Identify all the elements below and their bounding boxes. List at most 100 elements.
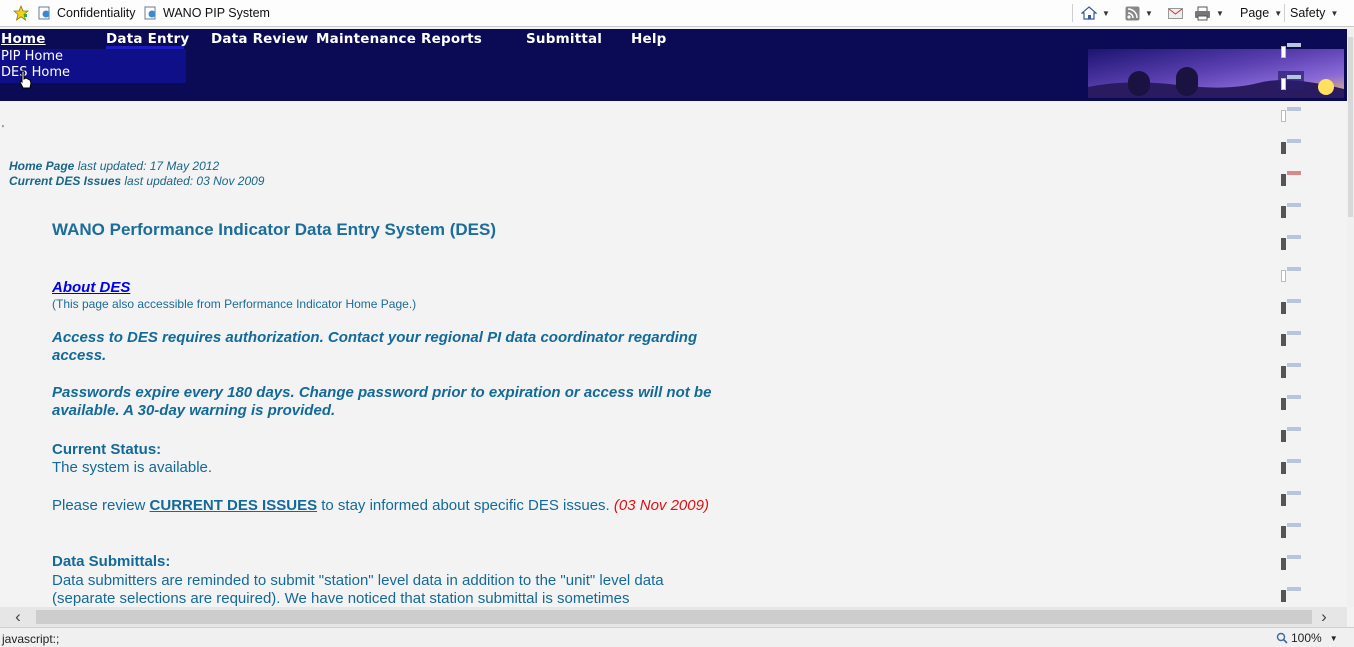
des-issues-updated: Current DES Issues last updated: 03 Nov …: [9, 174, 264, 188]
printer-icon: [1195, 6, 1210, 20]
thumbnail[interactable]: [1281, 238, 1286, 250]
access-notice: Access to DES requires authorization. Co…: [52, 329, 698, 364]
horizontal-scroll-thumb[interactable]: [36, 610, 1312, 624]
magnifier-icon: [1276, 632, 1288, 644]
thumbnail-label: [1287, 459, 1301, 463]
thumbnail-label: [1287, 75, 1301, 79]
vertical-scrollbar[interactable]: [1347, 29, 1354, 607]
thumbnail[interactable]: [1281, 590, 1286, 602]
menu-item-pip-home[interactable]: PIP Home: [0, 49, 186, 65]
thumbnail-label: [1287, 395, 1301, 399]
vertical-scroll-thumb[interactable]: [1348, 37, 1353, 217]
thumbnail[interactable]: [1281, 142, 1286, 154]
thumbnail-label: [1287, 491, 1301, 495]
thumbnail[interactable]: [1281, 526, 1286, 538]
thumbnail[interactable]: [1281, 270, 1286, 282]
thumbnail[interactable]: [1281, 78, 1286, 90]
nav-maintenance[interactable]: Maintenance: [316, 31, 416, 47]
about-note: (This page also accessible from Performa…: [52, 297, 417, 311]
review-prefix: Please review: [52, 497, 150, 514]
scroll-right-icon[interactable]: ›: [1314, 607, 1334, 627]
thumbnail[interactable]: [1281, 46, 1286, 58]
horizontal-scrollbar[interactable]: ‹ ›: [0, 607, 1347, 627]
page-icon: [144, 6, 156, 20]
rss-feed-icon: [1125, 6, 1140, 20]
chevron-down-icon[interactable]: ▼: [1216, 9, 1224, 18]
safety-menu-label: Safety: [1290, 6, 1326, 20]
thumbnail-label: [1287, 267, 1301, 271]
thumbnail[interactable]: [1281, 366, 1286, 378]
thumbnail-label: [1287, 331, 1301, 335]
about-des-link[interactable]: About DES: [52, 279, 130, 296]
chevron-down-icon: ▼: [1274, 8, 1283, 18]
thumbnail[interactable]: [1281, 302, 1286, 314]
home-page-updated: Home Page last updated: 17 May 2012: [9, 159, 219, 173]
site-banner: PIP Home DES Home Home Data Entry Data R…: [0, 29, 1347, 101]
thumbnail-label: [1287, 427, 1301, 431]
thumbnail[interactable]: [1281, 462, 1286, 474]
page-menu-label: Page: [1240, 6, 1270, 20]
browser-command-bar: Confidentiality WANO PIP System ▼ ▼ ▼ Pa…: [0, 0, 1354, 27]
thumbnail[interactable]: [1281, 398, 1286, 410]
chevron-down-icon[interactable]: ▼: [1145, 9, 1153, 18]
favorite-link-wano-pip[interactable]: WANO PIP System: [144, 4, 270, 22]
data-submittals-heading: Data Submittals:: [52, 553, 171, 570]
nav-help[interactable]: Help: [631, 31, 667, 47]
thumbnail[interactable]: [1281, 174, 1286, 186]
thumbnail-label: [1287, 523, 1301, 527]
thumbnail-label: [1287, 171, 1301, 175]
updated-label: Home Page: [9, 159, 75, 173]
review-date: (03 Nov 2009): [613, 497, 709, 514]
nav-data-review[interactable]: Data Review: [211, 31, 308, 47]
review-suffix: to stay informed about specific DES issu…: [317, 497, 614, 514]
nav-data-entry[interactable]: Data Entry: [106, 31, 189, 47]
browser-status-bar: javascript:; 100% ▼: [0, 627, 1354, 647]
toolbar-separator: [1072, 4, 1073, 22]
status-text: javascript:;: [2, 632, 60, 646]
thumbnail[interactable]: [1281, 110, 1286, 122]
favorite-label: Confidentiality: [57, 6, 136, 20]
page-content: ' Home Page last updated: 17 May 2012 Cu…: [0, 101, 1347, 607]
scroll-left-icon[interactable]: ‹: [8, 607, 28, 627]
chevron-down-icon: ▼: [1330, 8, 1339, 18]
current-des-issues-link[interactable]: CURRENT DES ISSUES: [150, 497, 318, 514]
current-status-heading: Current Status:: [52, 441, 162, 458]
chevron-down-icon[interactable]: ▼: [1102, 9, 1110, 18]
print-button[interactable]: ▼: [1194, 3, 1224, 23]
thumbnail-label: [1287, 139, 1301, 143]
thumbnail[interactable]: [1281, 494, 1286, 506]
mail-button[interactable]: [1168, 3, 1183, 23]
mail-icon: [1168, 7, 1183, 19]
home-button[interactable]: ▼: [1081, 3, 1110, 23]
hand-cursor-icon: [19, 70, 32, 89]
thumbnail-label: [1287, 299, 1301, 303]
banner-photo: [1088, 49, 1344, 98]
favorite-link-confidentiality[interactable]: Confidentiality: [38, 4, 136, 22]
nav-submittal[interactable]: Submittal: [526, 31, 602, 47]
thumbnail-label: [1287, 235, 1301, 239]
thumbnail[interactable]: [1281, 206, 1286, 218]
password-notice: Passwords expire every 180 days. Change …: [52, 384, 712, 419]
thumbnail[interactable]: [1281, 558, 1286, 570]
feeds-button[interactable]: ▼: [1125, 3, 1153, 23]
toolbar-separator: [1284, 4, 1285, 22]
thumbnail-label: [1287, 107, 1301, 111]
nav-reports[interactable]: Reports: [421, 31, 482, 47]
thumbnail-label: [1287, 555, 1301, 559]
zoom-control[interactable]: 100% ▼: [1276, 631, 1338, 645]
current-status-text: The system is available.: [52, 459, 213, 476]
nav-home[interactable]: Home: [1, 31, 46, 47]
home-icon: [1081, 6, 1097, 20]
favorites-star-icon[interactable]: [13, 5, 29, 21]
page-title: WANO Performance Indicator Data Entry Sy…: [52, 220, 497, 239]
stray-mark: ': [2, 124, 4, 135]
thumbnail[interactable]: [1281, 334, 1286, 346]
thumbnail-label: [1287, 363, 1301, 367]
updated-label: Current DES Issues: [9, 174, 122, 188]
thumbnail-label: [1287, 203, 1301, 207]
favorite-label: WANO PIP System: [163, 6, 270, 20]
thumbnail-label: [1287, 43, 1301, 47]
thumbnail[interactable]: [1281, 430, 1286, 442]
page-menu-button[interactable]: Page ▼: [1240, 3, 1282, 23]
safety-menu-button[interactable]: Safety ▼: [1290, 3, 1338, 23]
